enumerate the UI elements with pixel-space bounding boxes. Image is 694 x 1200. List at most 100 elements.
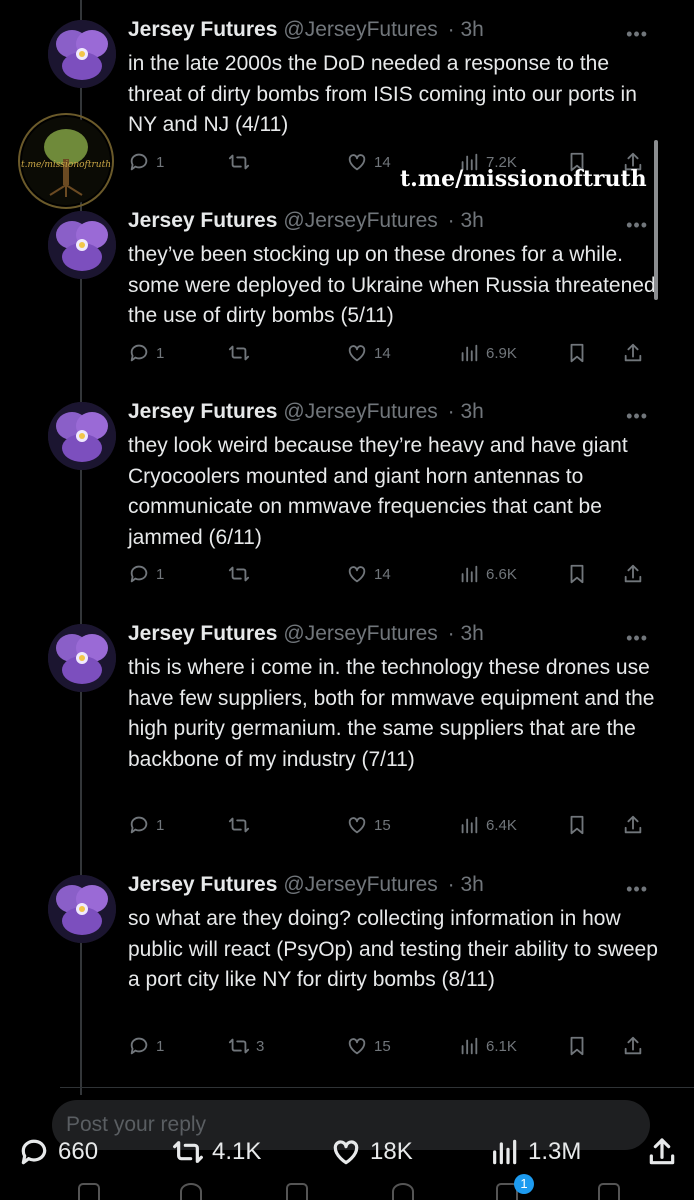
retweet-icon: [228, 1038, 250, 1054]
reply-button[interactable]: 1: [128, 814, 164, 836]
total-likes[interactable]: 18K: [330, 1136, 413, 1168]
share-icon: [649, 1138, 675, 1165]
divider: [60, 1087, 694, 1088]
search-tab-icon[interactable]: [180, 1183, 202, 1200]
bookmark-icon: [570, 815, 584, 835]
retweet-button[interactable]: [228, 342, 256, 364]
author-handle[interactable]: @JerseyFutures: [283, 400, 437, 423]
share-icon: [624, 1036, 642, 1055]
views-button[interactable]: 6.6K: [458, 563, 517, 585]
timestamp[interactable]: · 3h: [448, 18, 484, 41]
share-icon: [624, 815, 642, 834]
heart-icon: [348, 345, 366, 362]
share-icon: [624, 564, 642, 583]
messages-tab-icon[interactable]: [598, 1183, 620, 1200]
reply-count: 1: [156, 1037, 165, 1055]
more-icon[interactable]: •••: [626, 24, 648, 45]
author-name[interactable]: Jersey Futures: [128, 873, 277, 896]
retweet-button[interactable]: [228, 151, 256, 173]
retweet-icon: [228, 345, 250, 361]
total-replies-count: 660: [58, 1138, 99, 1165]
heart-icon: [348, 817, 366, 834]
bookmark-button[interactable]: [566, 563, 588, 585]
avatar[interactable]: [48, 20, 116, 88]
total-views[interactable]: 1.3M: [488, 1136, 581, 1168]
more-icon[interactable]: •••: [626, 628, 648, 649]
reply-icon: [130, 344, 148, 362]
compose-tab-icon[interactable]: [286, 1183, 308, 1200]
like-count: 15: [374, 816, 391, 834]
author-name[interactable]: Jersey Futures: [128, 18, 277, 41]
views-button[interactable]: 6.9K: [458, 342, 517, 364]
views-icon: [461, 1037, 478, 1055]
retweet-count: 3: [256, 1037, 265, 1055]
more-icon[interactable]: •••: [626, 879, 648, 900]
avatar[interactable]: [48, 624, 116, 692]
avatar[interactable]: [48, 875, 116, 943]
share-button[interactable]: [622, 342, 644, 364]
avatar[interactable]: [48, 211, 116, 279]
like-button[interactable]: 14: [346, 151, 391, 173]
author-handle[interactable]: @JerseyFutures: [283, 18, 437, 41]
reply-button[interactable]: 1: [128, 151, 164, 173]
retweet-icon: [228, 154, 250, 170]
timestamp[interactable]: · 3h: [448, 400, 484, 423]
tweet-header: Jersey Futures @JerseyFutures · 3h: [128, 622, 484, 646]
total-views-count: 1.3M: [528, 1138, 582, 1165]
like-button[interactable]: 14: [346, 342, 391, 364]
like-count: 14: [374, 344, 391, 362]
tweet-header: Jersey Futures @JerseyFutures · 3h: [128, 400, 484, 424]
tweet-text: this is where i come in. the technology …: [128, 656, 655, 771]
reply-icon: [130, 816, 148, 834]
share-button[interactable]: [622, 563, 644, 585]
home-tab-icon[interactable]: [78, 1183, 100, 1200]
share-post-button[interactable]: [646, 1136, 678, 1168]
views-button[interactable]: 6.1K: [458, 1035, 517, 1057]
avatar[interactable]: [48, 402, 116, 470]
retweet-button[interactable]: [228, 563, 256, 585]
author-handle[interactable]: @JerseyFutures: [283, 209, 437, 232]
author-name[interactable]: Jersey Futures: [128, 400, 277, 423]
bookmark-button[interactable]: [566, 814, 588, 836]
notification-badge: 1: [514, 1174, 534, 1194]
views-button[interactable]: 6.4K: [458, 814, 517, 836]
communities-tab-icon[interactable]: [392, 1183, 414, 1200]
more-icon[interactable]: •••: [626, 406, 648, 427]
scrollbar[interactable]: [654, 140, 658, 300]
bookmark-button[interactable]: [566, 342, 588, 364]
retweet-button[interactable]: 3: [228, 1035, 264, 1057]
heart-icon: [348, 1038, 366, 1055]
timestamp[interactable]: · 3h: [448, 873, 484, 896]
author-name[interactable]: Jersey Futures: [128, 622, 277, 645]
view-count: 6.9K: [486, 344, 517, 362]
views-icon: [461, 565, 478, 583]
total-retweets-count: 4.1K: [212, 1138, 262, 1165]
like-button[interactable]: 15: [346, 1035, 391, 1057]
author-handle[interactable]: @JerseyFutures: [283, 622, 437, 645]
views-icon: [493, 1139, 517, 1165]
reply-button[interactable]: 1: [128, 342, 164, 364]
watermark-logo: t.me/missionoftruth: [18, 113, 114, 209]
reply-button[interactable]: 1: [128, 563, 164, 585]
timestamp[interactable]: · 3h: [448, 622, 484, 645]
total-likes-count: 18K: [370, 1138, 413, 1165]
reply-button[interactable]: 1: [128, 1035, 164, 1057]
total-retweets[interactable]: 4.1K: [172, 1136, 261, 1168]
share-button[interactable]: [622, 814, 644, 836]
retweet-button[interactable]: [228, 814, 256, 836]
like-button[interactable]: 15: [346, 814, 391, 836]
reply-icon: [130, 565, 148, 583]
timestamp[interactable]: · 3h: [448, 209, 484, 232]
total-replies[interactable]: 660: [18, 1136, 98, 1168]
tweet-actions: 1 14 6.6K: [128, 563, 658, 589]
like-button[interactable]: 14: [346, 563, 391, 585]
author-handle[interactable]: @JerseyFutures: [283, 873, 437, 896]
author-name[interactable]: Jersey Futures: [128, 209, 277, 232]
bookmark-button[interactable]: [566, 1035, 588, 1057]
more-icon[interactable]: •••: [626, 215, 648, 236]
retweet-icon: [228, 566, 250, 582]
tweet-actions: 1 14 6.9K: [128, 342, 658, 368]
bookmark-icon: [570, 1036, 584, 1056]
share-button[interactable]: [622, 1035, 644, 1057]
tweet-header: Jersey Futures @JerseyFutures · 3h: [128, 209, 484, 233]
